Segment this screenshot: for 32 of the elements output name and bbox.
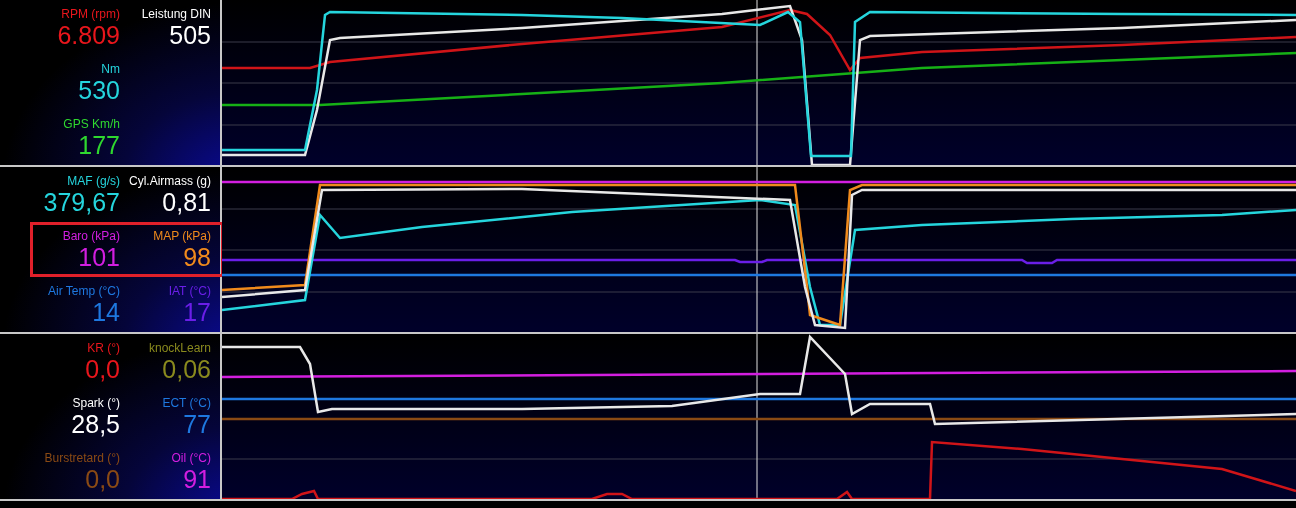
- gauge-value: 77: [183, 409, 211, 438]
- gauge-label: MAF (g/s): [67, 173, 120, 188]
- gauge-value: 28,5: [71, 409, 120, 438]
- gauge-label: Cyl.Airmass (g): [129, 173, 211, 188]
- gauge-value: 17: [183, 297, 211, 326]
- gauge-value: 379,67: [43, 187, 120, 216]
- gauge-value: 530: [78, 75, 120, 104]
- gauge-value: 0,0: [85, 464, 120, 493]
- gauge-value: 505: [169, 20, 211, 49]
- gauge-label: KR (°): [87, 340, 120, 355]
- gauge-label: Baro (kPa): [62, 228, 120, 243]
- gauge-label: ECT (°C): [162, 395, 211, 410]
- gauge-label: Spark (°): [72, 395, 120, 410]
- gauge-label: Oil (°C): [171, 450, 211, 465]
- gauge-label: Air Temp (°C): [48, 283, 120, 298]
- gauge-label: knockLearn: [148, 340, 211, 355]
- gauge-value: 6.809: [57, 20, 120, 49]
- gauge-label: RPM (rpm): [61, 6, 120, 21]
- gauge-value: 91: [183, 464, 211, 493]
- gauge-value: 98: [183, 242, 211, 271]
- gauge-label: Burstretard (°): [44, 450, 120, 465]
- gauge-label: Leistung DIN: [141, 6, 211, 21]
- gauge-value: 0,06: [162, 354, 211, 383]
- gauge-label: MAP (kPa): [153, 228, 211, 243]
- gauge-label: Nm: [101, 61, 120, 76]
- gauge-value: 177: [78, 130, 120, 159]
- gauge-value: 101: [78, 242, 120, 271]
- gauge-label: GPS Km/h: [63, 116, 120, 131]
- gauge-value: 0,0: [85, 354, 120, 383]
- gauge-value: 14: [92, 297, 120, 326]
- gauge-value: 0,81: [162, 187, 211, 216]
- gauge-label: IAT (°C): [168, 283, 211, 298]
